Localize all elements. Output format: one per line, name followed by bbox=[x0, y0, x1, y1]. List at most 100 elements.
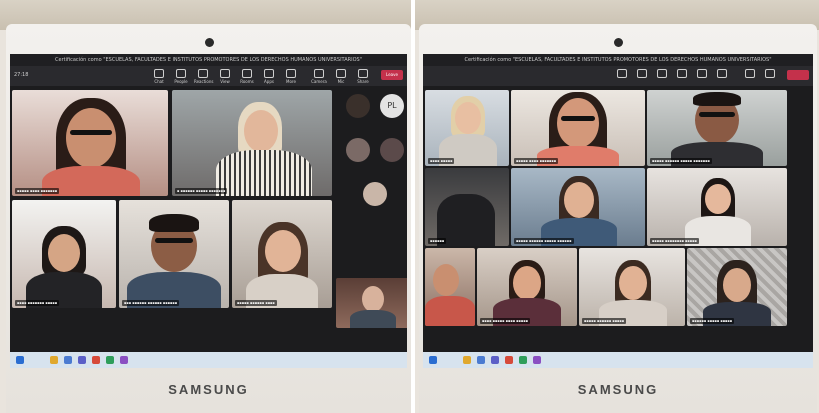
taskbar-app-icon[interactable] bbox=[477, 356, 485, 364]
reactions-button[interactable] bbox=[653, 69, 671, 83]
video-tile[interactable]: ▪▪▪▪▪ ▪▪▪▪ ▪▪▪▪▪▪▪ bbox=[12, 90, 168, 196]
laptop-photo-left: Certificación como "ESCUELAS, FACULTADES… bbox=[0, 0, 411, 413]
laptop-photo-right: Certificación como "ESCUELAS, FACULTADES… bbox=[415, 0, 819, 413]
participant-name-tag: ▪▪▪▪ ▪▪▪▪▪▪▪ ▪▪▪▪▪ bbox=[15, 300, 60, 306]
video-tile[interactable]: ▪▪▪▪ ▪▪▪▪▪ ▪▪▪▪ ▪▪▪▪▪ bbox=[477, 248, 577, 326]
mic-button[interactable] bbox=[761, 69, 779, 83]
chat-button[interactable] bbox=[613, 69, 631, 83]
participant-sidebar: PL bbox=[336, 90, 407, 275]
view-button[interactable]: View bbox=[216, 69, 234, 84]
taskbar-app-icon[interactable] bbox=[64, 356, 72, 364]
participant-avatar[interactable] bbox=[363, 182, 387, 206]
participant-name-tag: ▪▪▪▪ ▪▪▪▪▪ bbox=[428, 158, 455, 164]
people-button[interactable]: People bbox=[172, 69, 190, 84]
taskbar-app-icon[interactable] bbox=[505, 356, 513, 364]
video-tile[interactable]: ▪▪▪▪▪ ▪▪▪▪▪▪ ▪▪▪▪ bbox=[232, 200, 332, 308]
video-tile[interactable] bbox=[425, 248, 475, 326]
meeting-title: Certificación como "ESCUELAS, FACULTADES… bbox=[423, 54, 813, 66]
video-tile[interactable]: ▪▪▪▪▪▪ ▪▪▪▪▪ ▪▪▪▪▪ bbox=[687, 248, 787, 326]
participant-face bbox=[557, 98, 599, 148]
taskbar-app-icon[interactable] bbox=[463, 356, 471, 364]
people-button[interactable] bbox=[633, 69, 651, 83]
participant-face bbox=[265, 230, 301, 272]
leave-button[interactable] bbox=[787, 70, 809, 80]
rooms-icon bbox=[242, 69, 252, 78]
reactions-icon bbox=[198, 69, 208, 78]
rooms-button[interactable]: Rooms bbox=[238, 69, 256, 84]
meeting-timer: 27:18 bbox=[14, 72, 29, 78]
view-icon bbox=[677, 69, 687, 78]
video-tile[interactable]: ▪▪▪▪▪▪ bbox=[425, 168, 509, 246]
participant-face bbox=[455, 102, 481, 134]
participant-name-tag: ▪▪▪▪▪▪ bbox=[428, 238, 447, 244]
mic-button[interactable]: Mic bbox=[332, 69, 350, 84]
sunglasses bbox=[561, 116, 595, 121]
taskbar-app-icon[interactable] bbox=[92, 356, 100, 364]
participant-face bbox=[723, 268, 751, 302]
laptop-brand-logo: SAMSUNG bbox=[168, 382, 249, 397]
participant-name-tag: ▪▪▪▪▪ ▪▪▪▪▪▪ ▪▪▪▪ bbox=[235, 300, 277, 306]
laptop-bezel: Certificación como "ESCUELAS, FACULTADES… bbox=[6, 24, 411, 413]
video-tile[interactable] bbox=[336, 278, 407, 328]
video-tile[interactable]: ▪ ▪▪▪▪▪▪ ▪▪▪▪▪ ▪▪▪▪▪▪▪ bbox=[172, 90, 332, 196]
taskbar-app-icon[interactable] bbox=[50, 356, 58, 364]
share-button[interactable]: Share bbox=[354, 69, 372, 84]
video-tile[interactable]: ▪▪▪▪ ▪▪▪▪▪ bbox=[425, 90, 509, 166]
chat-icon bbox=[617, 69, 627, 78]
participant-avatar[interactable] bbox=[380, 138, 404, 162]
video-tile[interactable]: ▪▪▪▪▪ ▪▪▪▪▪▪ ▪▪▪▪▪ ▪▪▪▪▪▪ bbox=[511, 168, 645, 246]
participant-face bbox=[362, 286, 384, 312]
people-icon bbox=[637, 69, 647, 78]
taskbar-app-icon[interactable] bbox=[106, 356, 114, 364]
view-button[interactable] bbox=[673, 69, 691, 83]
taskbar-app-icon[interactable] bbox=[120, 356, 128, 364]
chat-icon bbox=[154, 69, 164, 78]
apps-icon bbox=[264, 69, 274, 78]
more-icon bbox=[286, 69, 296, 78]
participant-hair bbox=[149, 214, 199, 232]
participant-body bbox=[216, 150, 312, 196]
leave-button[interactable]: Leave bbox=[381, 70, 403, 80]
apps-button[interactable]: Apps bbox=[260, 69, 278, 84]
participant-name-tag: ▪▪▪ ▪▪▪▪▪▪ ▪▪▪▪▪▪ ▪▪▪▪▪▪ bbox=[122, 300, 180, 306]
participant-avatar-initials[interactable]: PL bbox=[380, 94, 404, 118]
camera-button[interactable]: Camera bbox=[310, 69, 328, 84]
video-tile[interactable]: ▪▪▪▪ ▪▪▪▪▪▪▪ ▪▪▪▪▪ bbox=[12, 200, 116, 308]
taskbar-app-icon[interactable] bbox=[533, 356, 541, 364]
apps-button[interactable] bbox=[713, 69, 731, 83]
teams-icon[interactable] bbox=[491, 356, 499, 364]
participant-face bbox=[244, 110, 278, 152]
start-icon[interactable] bbox=[16, 356, 24, 364]
camera-icon bbox=[314, 69, 324, 78]
participant-name-tag: ▪ ▪▪▪▪▪▪ ▪▪▪▪▪ ▪▪▪▪▪▪▪ bbox=[175, 188, 228, 194]
laptop-screen: Certificación como "ESCUELAS, FACULTADES… bbox=[423, 54, 813, 368]
start-icon[interactable] bbox=[429, 356, 437, 364]
video-tile[interactable]: ▪▪▪▪▪ ▪▪▪▪▪▪▪▪ ▪▪▪▪▪ bbox=[647, 168, 787, 246]
reactions-button[interactable]: Reactions bbox=[194, 69, 213, 84]
participant-avatar[interactable] bbox=[346, 138, 370, 162]
rooms-button[interactable] bbox=[693, 69, 711, 83]
chat-button[interactable]: Chat bbox=[150, 69, 168, 84]
laptop-brand-logo: SAMSUNG bbox=[577, 382, 659, 397]
participant-face bbox=[564, 182, 594, 218]
video-tile[interactable]: ▪▪▪▪▪ ▪▪▪▪▪▪ ▪▪▪▪▪ bbox=[579, 248, 685, 326]
more-button[interactable]: More bbox=[282, 69, 300, 84]
video-tile[interactable]: ▪▪▪ ▪▪▪▪▪▪ ▪▪▪▪▪▪ ▪▪▪▪▪▪ bbox=[119, 200, 229, 308]
laptop-bezel: Certificación como "ESCUELAS, FACULTADES… bbox=[419, 24, 817, 413]
windows-taskbar bbox=[10, 352, 407, 368]
video-tile[interactable]: ▪▪▪▪▪ ▪▪▪▪▪▪ ▪▪▪▪▪ ▪▪▪▪▪▪▪ bbox=[647, 90, 787, 166]
camera-button[interactable] bbox=[741, 69, 759, 83]
windows-taskbar bbox=[423, 352, 813, 368]
video-grid: ▪▪▪▪ ▪▪▪▪▪ ▪▪▪▪▪ ▪▪▪▪ ▪▪▪▪▪▪▪ ▪▪▪▪▪ ▪▪▪▪… bbox=[423, 86, 813, 352]
participant-avatar[interactable] bbox=[346, 94, 370, 118]
video-tile[interactable]: ▪▪▪▪▪ ▪▪▪▪ ▪▪▪▪▪▪▪ bbox=[511, 90, 645, 166]
share-icon bbox=[358, 69, 368, 78]
meeting-toolbar bbox=[423, 66, 813, 86]
laptop-screen: Certificación como "ESCUELAS, FACULTADES… bbox=[10, 54, 407, 368]
participant-face bbox=[705, 184, 731, 214]
participant-face bbox=[619, 266, 647, 300]
taskbar-app-icon[interactable] bbox=[519, 356, 527, 364]
teams-icon[interactable] bbox=[78, 356, 86, 364]
participant-name-tag: ▪▪▪▪▪ ▪▪▪▪▪▪▪▪ ▪▪▪▪▪ bbox=[650, 238, 699, 244]
participant-name-tag: ▪▪▪▪ ▪▪▪▪▪ ▪▪▪▪ ▪▪▪▪▪ bbox=[480, 318, 531, 324]
